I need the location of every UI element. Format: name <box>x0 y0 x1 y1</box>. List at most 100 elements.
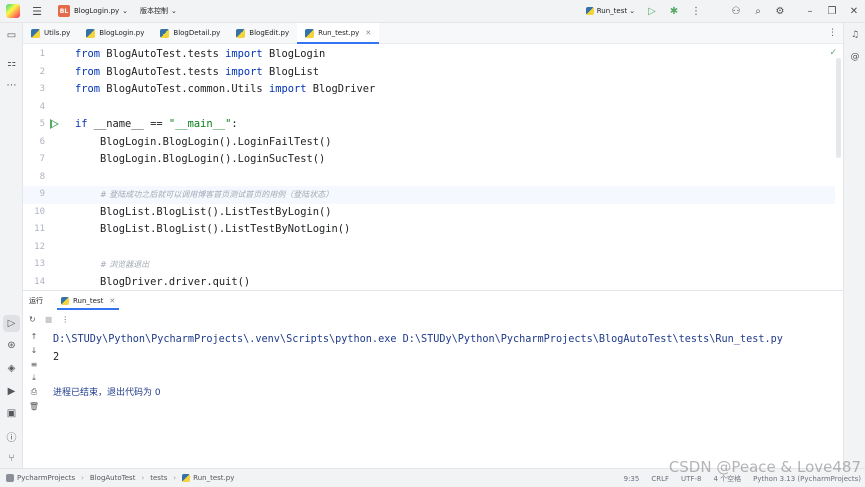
code-line[interactable]: 7 BlogLogin.BlogLogin().LoginSucTest() <box>23 151 835 169</box>
notifications-icon[interactable]: ♫ <box>847 27 863 43</box>
problems-icon[interactable]: ⓘ <box>3 428 20 445</box>
code-text: BlogDriver.driver.quit() <box>75 274 250 289</box>
code-token: BlogList.BlogList().ListTestByLogin() <box>75 205 332 218</box>
line-separator[interactable]: CRLF <box>651 475 669 483</box>
code-token: BlogAutoTest.common.Utils <box>100 83 269 95</box>
code-line[interactable]: 9 # 登陆成功之后就可以调用博客首页测试首页的用例（登陆状态） <box>23 186 835 204</box>
project-name[interactable]: BlogLogin.py <box>74 7 119 15</box>
tabs-more-icon[interactable]: ⋮ <box>828 28 837 38</box>
caret-position[interactable]: 9:35 <box>624 475 640 483</box>
run-toolbar: ↻ ■ ⋮ <box>29 315 69 324</box>
git-icon[interactable]: ⑂ <box>3 450 20 467</box>
python-file-icon <box>86 28 96 38</box>
main-menu-icon[interactable]: ☰ <box>26 0 48 22</box>
run-tool-window: 运行 Run_test ✕ ↻ ■ ⋮ ↑ ↓ ≡ ⤓ ⎙ 🗑 D:\STUDy… <box>23 290 843 468</box>
chevron-down-icon[interactable]: ⌄ <box>171 7 177 15</box>
debug-icon[interactable]: ✱ <box>663 0 685 22</box>
title-bar: ☰ BL BlogLogin.py ⌄ 版本控制 ⌄ Run_test ⌄ ▷ … <box>0 0 865 23</box>
run-tool-icon[interactable]: ▷ <box>3 315 20 332</box>
line-number: 2 <box>39 66 45 77</box>
more-actions-icon[interactable]: ⋮ <box>685 0 707 22</box>
editor-tab[interactable]: Utils.py <box>23 23 78 43</box>
line-number: 7 <box>39 154 45 164</box>
chevron-down-icon: ⌄ <box>629 7 635 15</box>
code-line[interactable]: 14 BlogDriver.driver.quit() <box>23 274 835 289</box>
more-tools-icon[interactable]: ⋯ <box>3 77 20 94</box>
editor-tab[interactable]: BlogLogin.py <box>78 23 152 43</box>
close-icon[interactable]: ✕ <box>365 29 371 37</box>
minimize-icon[interactable]: – <box>799 0 821 22</box>
breadcrumb-item[interactable]: Run_test.py <box>193 474 234 482</box>
chevron-right-icon: › <box>173 474 177 482</box>
services-icon[interactable]: ▶ <box>3 383 20 400</box>
code-line[interactable]: 8 <box>23 169 835 187</box>
code-line[interactable]: 13 # 浏览器退出 <box>23 256 835 274</box>
rerun-icon[interactable]: ↻ <box>29 315 36 324</box>
soft-wrap-icon[interactable]: ≡ <box>27 357 41 371</box>
run-icon[interactable]: ▷ <box>641 0 663 22</box>
trash-icon[interactable]: 🗑 <box>27 399 41 413</box>
code-line[interactable]: 12 <box>23 239 835 257</box>
breadcrumb-item[interactable]: BlogAutoTest <box>90 474 136 482</box>
editor-tabs: Utils.py BlogLogin.py BlogDetail.py BlogEdi… <box>23 23 843 44</box>
print-icon[interactable]: ⎙ <box>27 385 41 399</box>
ai-assistant-icon[interactable]: @ <box>847 49 863 65</box>
python-file-icon <box>182 474 191 482</box>
code-line[interactable]: 3 from BlogAutoTest.common.Utils import B… <box>23 81 835 99</box>
scroll-to-end-icon[interactable]: ⤓ <box>27 371 41 385</box>
chevron-right-icon: › <box>81 474 84 482</box>
layers-icon[interactable]: ◈ <box>3 360 20 377</box>
restore-icon[interactable]: ❐ <box>821 0 843 22</box>
python-file-icon <box>236 28 246 38</box>
search-icon[interactable]: ⌕ <box>747 0 769 22</box>
close-icon[interactable]: ✕ <box>843 0 865 22</box>
more-options-icon[interactable]: ⋮ <box>61 315 69 324</box>
stop-icon[interactable]: ■ <box>45 315 53 324</box>
run-gutter-icon[interactable] <box>50 119 59 129</box>
code-text: from BlogAutoTest.common.Utils import Bl… <box>75 81 375 99</box>
structure-icon[interactable]: ⚏ <box>3 55 20 72</box>
close-icon[interactable]: ✕ <box>109 297 115 305</box>
breadcrumb-item[interactable]: PycharmProjects <box>17 474 75 482</box>
code-text: from BlogAutoTest.tests import BlogLogin <box>75 46 325 64</box>
code-editor[interactable]: ✓ 1 from BlogAutoTest.tests import BlogLo… <box>23 44 843 288</box>
code-line[interactable]: 2 from BlogAutoTest.tests import BlogList <box>23 64 835 82</box>
code-text: BlogList.BlogList().ListTestByNotLogin() <box>75 221 350 239</box>
add-user-icon[interactable]: ⚇ <box>725 0 747 22</box>
code-text: # 浏览器退出 <box>75 256 149 274</box>
right-tool-strip: ♫ @ <box>843 23 865 468</box>
project-folder-icon[interactable]: ▭ <box>3 27 20 44</box>
editor-tab[interactable]: BlogEdit.py <box>228 23 297 43</box>
code-line[interactable]: 4 <box>23 99 835 117</box>
run-config-selector[interactable]: Run_test ⌄ <box>585 7 635 15</box>
chevron-down-icon[interactable]: ⌄ <box>122 7 128 15</box>
run-tab[interactable]: Run_test ✕ <box>57 291 120 310</box>
code-line[interactable]: 5 if __name__ == "__main__": <box>23 116 835 134</box>
tab-label: BlogEdit.py <box>249 29 290 37</box>
code-token: BlogAutoTest.tests <box>100 65 226 78</box>
editor-scrollbar[interactable] <box>836 58 841 158</box>
keyword-token: import <box>225 65 263 78</box>
line-number: 8 <box>39 171 45 182</box>
vcs-menu[interactable]: 版本控制 <box>140 6 168 16</box>
scroll-up-icon[interactable]: ↑ <box>27 329 41 343</box>
scroll-down-icon[interactable]: ↓ <box>27 343 41 357</box>
project-badge[interactable]: BL <box>58 5 70 17</box>
terminal-icon[interactable]: ▣ <box>3 405 20 422</box>
code-line[interactable]: 10 BlogList.BlogList().ListTestByLogin() <box>23 204 835 222</box>
tab-label: BlogLogin.py <box>99 29 145 37</box>
code-line[interactable]: 6 BlogLogin.BlogLogin().LoginFailTest() <box>23 134 835 152</box>
pycharm-logo-icon <box>6 4 20 18</box>
code-token: BlogLogin.BlogLogin().LoginFailTest() <box>75 135 332 148</box>
code-text: BlogLogin.BlogLogin().LoginSucTest() <box>75 151 325 169</box>
breadcrumb-item[interactable]: tests <box>150 474 167 482</box>
code-line[interactable]: 11 BlogList.BlogList().ListTestByNotLogi… <box>23 221 835 239</box>
keyword-token: if <box>75 118 88 130</box>
settings-gear-icon[interactable]: ⚙ <box>769 0 791 22</box>
python-packages-icon[interactable]: ⊛ <box>3 337 20 354</box>
code-line[interactable]: 1 from BlogAutoTest.tests import BlogLogi… <box>23 46 835 64</box>
editor-tab[interactable]: Run_test.py ✕ <box>297 23 380 44</box>
keyword-token: from <box>75 83 101 95</box>
editor-tab[interactable]: BlogDetail.py <box>152 23 228 43</box>
